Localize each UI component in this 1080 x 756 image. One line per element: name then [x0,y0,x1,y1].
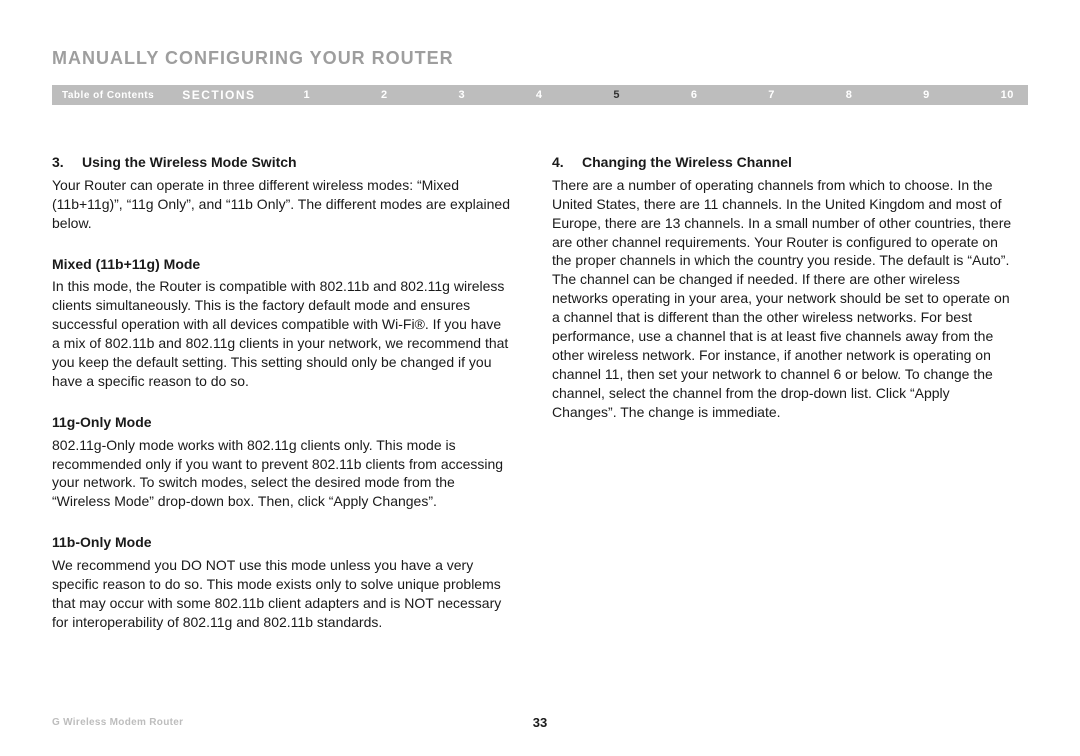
content-columns: 3. Using the Wireless Mode Switch Your R… [52,153,1028,632]
product-name: G Wireless Modem Router [52,717,183,728]
section-link-9[interactable]: 9 [923,89,930,101]
document-page: MANUALLY CONFIGURING YOUR ROUTER Table o… [0,0,1080,756]
section-link-8[interactable]: 8 [846,89,853,101]
mixed-mode-paragraph: In this mode, the Router is compatible w… [52,277,512,390]
intro-paragraph: Your Router can operate in three differe… [52,176,512,233]
toc-link[interactable]: Table of Contents [62,90,182,101]
heading-3-number: 3. [52,153,82,172]
section-link-5-active[interactable]: 5 [613,89,620,101]
sections-label: SECTIONS [182,88,275,102]
section-link-7[interactable]: 7 [768,89,775,101]
section-navbar: Table of Contents SECTIONS 1 2 3 4 5 6 7… [52,85,1028,105]
section-link-1[interactable]: 1 [304,89,311,101]
heading-3-text: Using the Wireless Mode Switch [82,153,297,172]
right-column: 4. Changing the Wireless Channel There a… [552,153,1012,632]
heading-4-number: 4. [552,153,582,172]
left-column: 3. Using the Wireless Mode Switch Your R… [52,153,512,632]
subheading-11g-only: 11g-Only Mode [52,413,512,432]
page-title: MANUALLY CONFIGURING YOUR ROUTER [52,48,1028,69]
heading-4: 4. Changing the Wireless Channel [552,153,1012,172]
page-footer: G Wireless Modem Router 33 [52,717,1028,728]
page-number: 33 [533,715,547,730]
channel-paragraph: There are a number of operating channels… [552,176,1012,422]
section-numbers: 1 2 3 4 5 6 7 8 9 10 [276,89,1018,101]
section-link-2[interactable]: 2 [381,89,388,101]
section-link-6[interactable]: 6 [691,89,698,101]
subheading-mixed-mode: Mixed (11b+11g) Mode [52,255,512,274]
section-link-3[interactable]: 3 [458,89,465,101]
heading-4-text: Changing the Wireless Channel [582,153,792,172]
subheading-11b-only: 11b-Only Mode [52,533,512,552]
11b-only-paragraph: We recommend you DO NOT use this mode un… [52,556,512,632]
11g-only-paragraph: 802.11g-Only mode works with 802.11g cli… [52,436,512,512]
section-link-4[interactable]: 4 [536,89,543,101]
section-link-10[interactable]: 10 [1001,89,1014,101]
heading-3: 3. Using the Wireless Mode Switch [52,153,512,172]
